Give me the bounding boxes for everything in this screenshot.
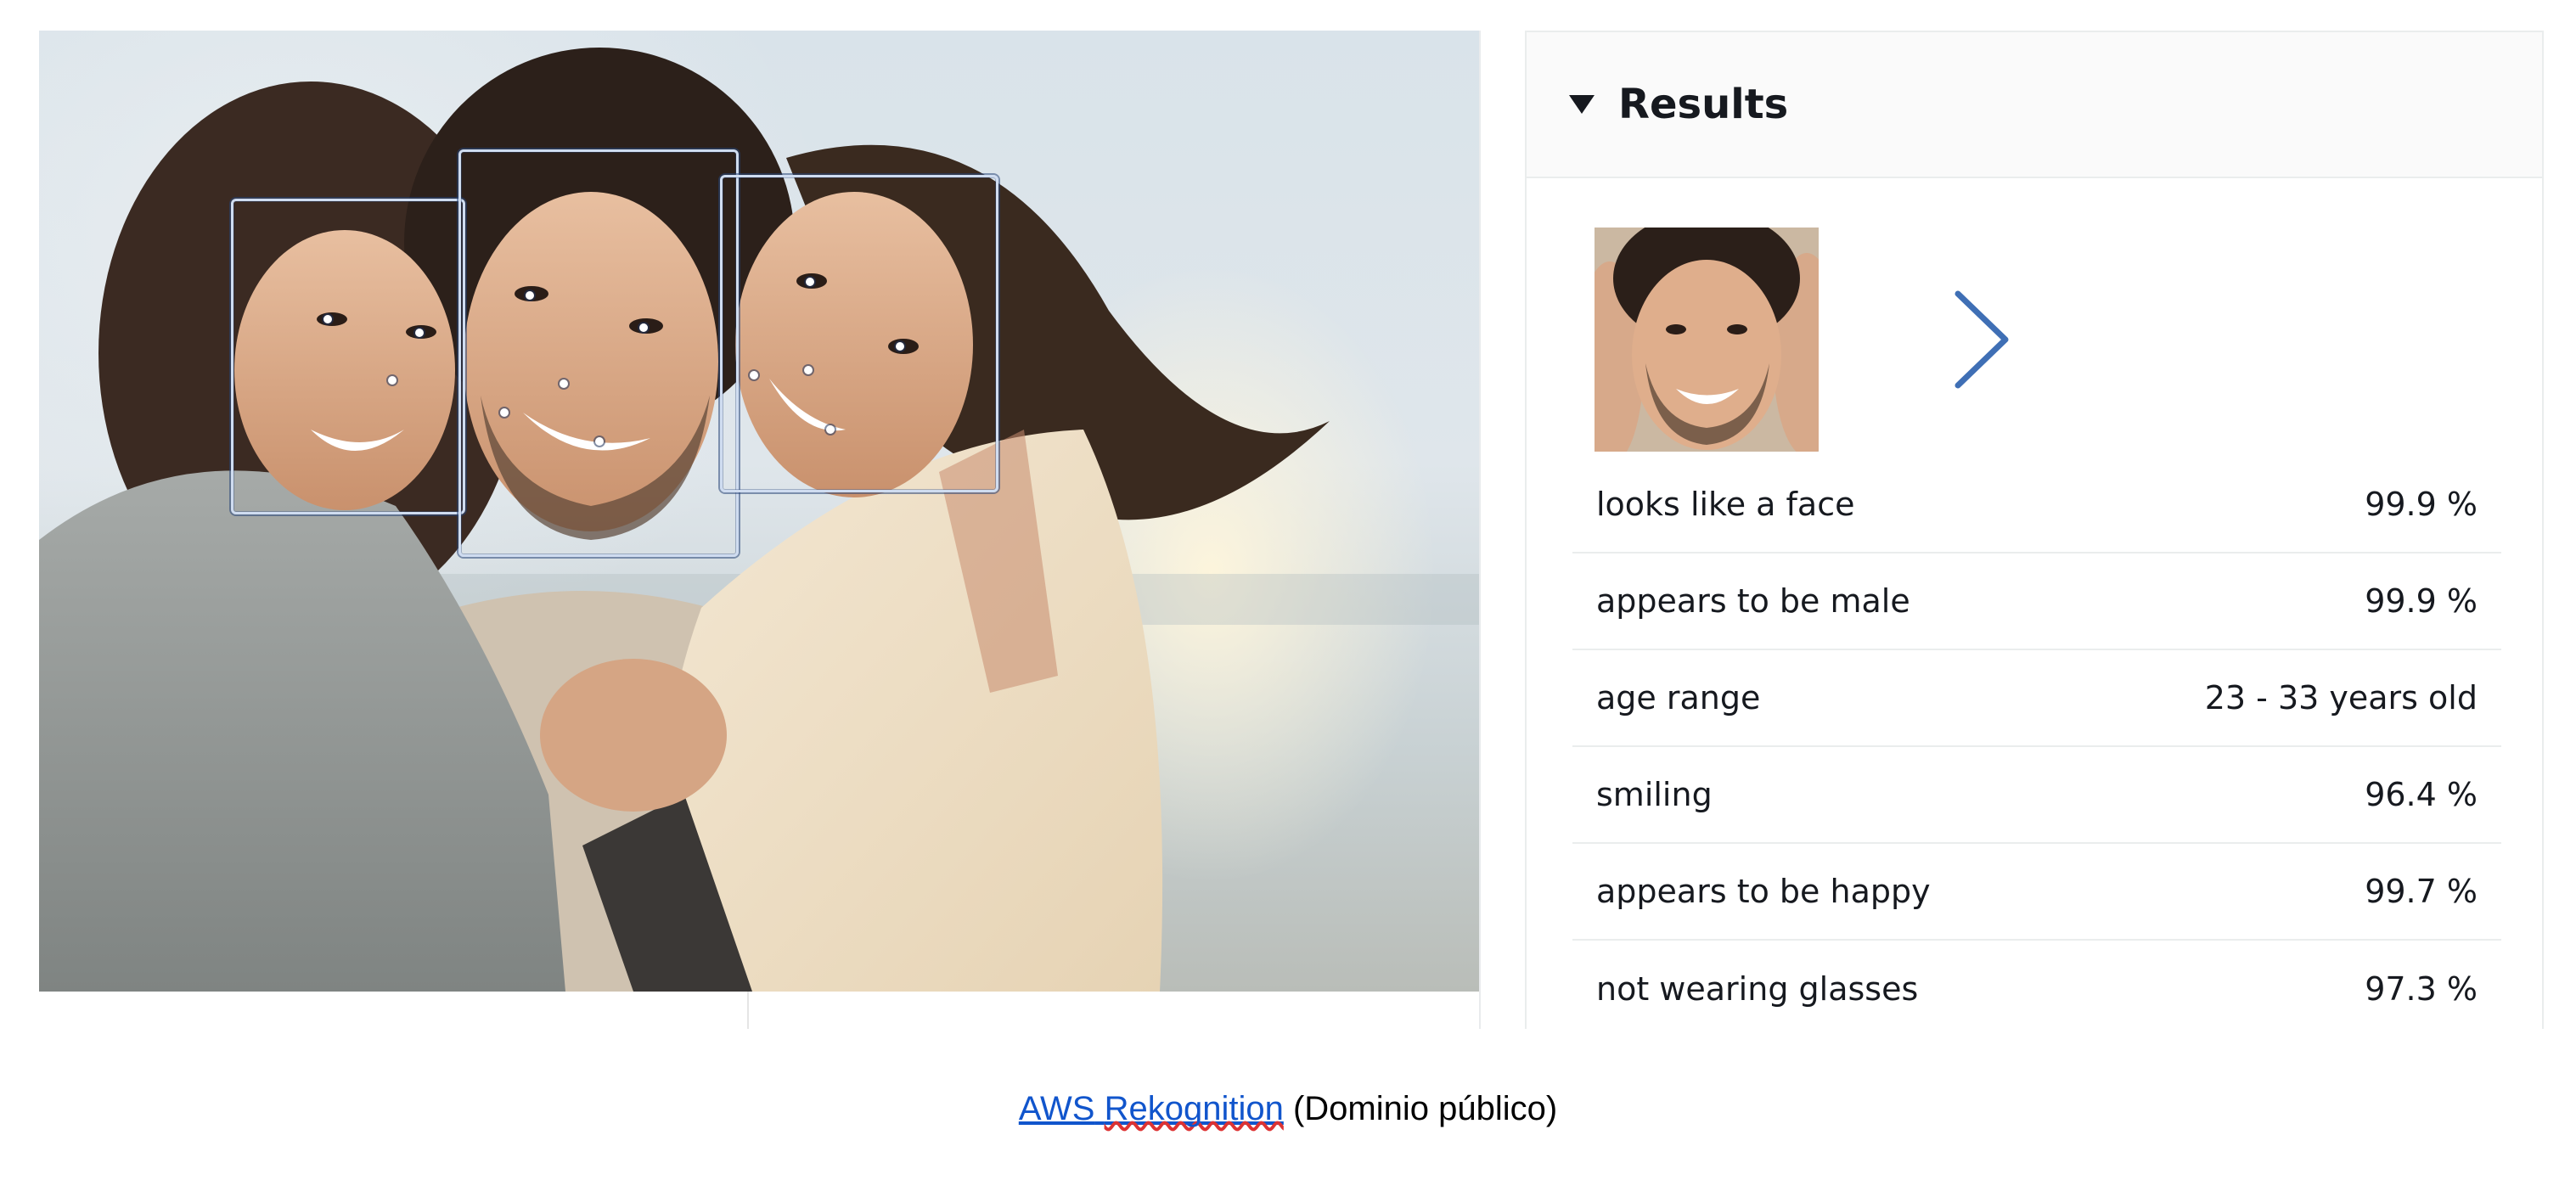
landmark-dot xyxy=(388,376,397,385)
caret-down-icon[interactable] xyxy=(1569,95,1595,114)
result-row-face: looks like a face 99.9 % xyxy=(1572,457,2501,553)
landmark-dot xyxy=(560,379,568,388)
source-link[interactable]: AWS Rekognition xyxy=(1019,1090,1284,1127)
landmark-dot xyxy=(804,366,813,374)
license-text: (Dominio público) xyxy=(1292,1090,1558,1127)
divider xyxy=(1479,31,1481,1029)
face-bounding-box[interactable] xyxy=(720,175,998,492)
result-row-glasses: not wearing glasses 97.3 % xyxy=(1572,941,2501,1037)
result-value: 97.3 % xyxy=(2365,970,2478,1008)
image-caption: AWS Rekognition (Dominio público) xyxy=(0,1090,2576,1128)
face-thumbnail-image xyxy=(1595,228,1819,452)
face-thumbnail-row xyxy=(1595,228,2494,452)
result-value: 99.9 % xyxy=(2365,582,2478,620)
results-title: Results xyxy=(1618,81,1789,128)
result-label: appears to be male xyxy=(1596,582,1910,620)
result-row-happy: appears to be happy 99.7 % xyxy=(1572,844,2501,941)
landmark-dot xyxy=(526,291,534,300)
result-value: 23 - 33 years old xyxy=(2204,679,2478,716)
landmark-dot xyxy=(415,329,424,337)
result-row-age: age range 23 - 33 years old xyxy=(1572,650,2501,747)
landmark-dot xyxy=(500,408,509,417)
result-label: not wearing glasses xyxy=(1596,970,1919,1008)
result-value: 99.9 % xyxy=(2365,486,2478,523)
result-row-gender: appears to be male 99.9 % xyxy=(1572,553,2501,650)
result-value: 96.4 % xyxy=(2365,776,2478,813)
result-label: looks like a face xyxy=(1596,486,1855,523)
results-list: looks like a face 99.9 % appears to be m… xyxy=(1572,457,2501,1037)
source-link-text-2: Rekognition xyxy=(1104,1090,1284,1127)
chevron-right-icon[interactable] xyxy=(1951,289,2012,391)
result-label: age range xyxy=(1596,679,1761,716)
landmark-dot xyxy=(323,315,332,323)
face-bounding-box-selected[interactable] xyxy=(458,149,739,557)
result-label: appears to be happy xyxy=(1596,873,1931,910)
face-thumbnail[interactable] xyxy=(1595,228,1819,452)
result-row-smiling: smiling 96.4 % xyxy=(1572,747,2501,844)
divider xyxy=(747,992,749,1029)
result-label: smiling xyxy=(1596,776,1713,813)
face-bounding-box[interactable] xyxy=(231,199,465,514)
landmark-dot xyxy=(595,437,604,446)
landmark-dot xyxy=(826,425,835,434)
source-link-text-1: AWS xyxy=(1018,1090,1095,1127)
landmark-dot xyxy=(806,278,814,286)
results-header[interactable]: Results xyxy=(1527,32,2542,178)
result-value: 99.7 % xyxy=(2365,873,2478,910)
landmark-dot xyxy=(896,342,904,351)
analyzed-photo xyxy=(39,31,1481,992)
landmark-dot xyxy=(750,371,758,379)
landmark-dot xyxy=(639,323,648,332)
results-panel: Results looks like a face 99.9 % appears… xyxy=(1525,31,2544,1029)
